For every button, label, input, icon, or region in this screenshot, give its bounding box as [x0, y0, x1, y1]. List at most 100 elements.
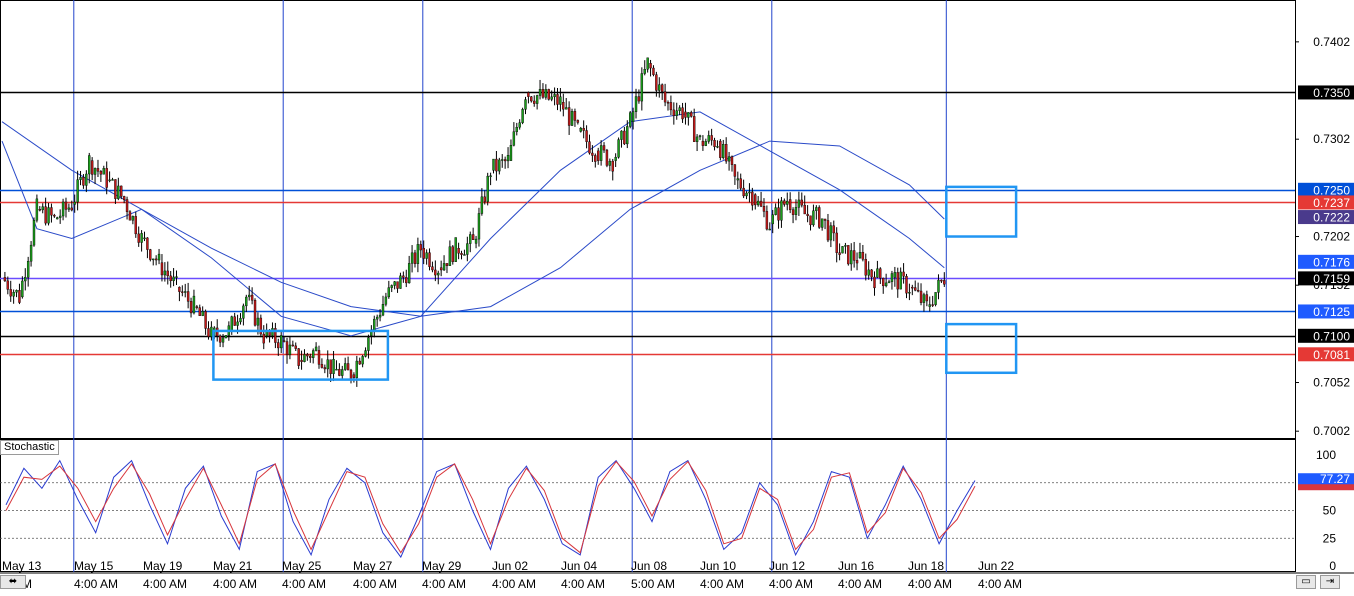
- candle-body: [442, 263, 446, 271]
- candle-body: [378, 314, 382, 318]
- date-axis-label: May 29: [422, 559, 462, 573]
- candle-body: [64, 201, 68, 210]
- candle-body: [864, 259, 867, 276]
- candle-body: [367, 337, 370, 351]
- candle-body: [56, 217, 59, 220]
- candle-body: [832, 225, 835, 234]
- candle-body: [806, 213, 809, 217]
- candle-body: [838, 252, 841, 255]
- candle-body: [640, 73, 644, 102]
- time-axis-label: 4:00 AM: [838, 577, 882, 591]
- candle-body: [847, 245, 850, 265]
- candle-body: [407, 263, 411, 284]
- candle-body: [352, 374, 356, 378]
- candle: [841, 246, 844, 254]
- candle-body: [823, 218, 827, 221]
- candle-body: [867, 269, 870, 276]
- candle-body: [224, 335, 228, 339]
- candle-body: [940, 279, 943, 282]
- scroll-right-button[interactable]: ⇥: [1320, 575, 1340, 589]
- candle-body: [786, 200, 789, 205]
- candle-body: [818, 207, 821, 228]
- candle-body: [524, 99, 527, 110]
- candle-body: [803, 204, 806, 215]
- candle-body: [675, 110, 678, 116]
- candle-body: [399, 275, 402, 289]
- candle-body: [280, 335, 283, 349]
- candle-body: [195, 306, 199, 308]
- price-level-badge-text: 0.7100: [1313, 329, 1350, 343]
- candle-body: [579, 128, 582, 132]
- date-axis-label: Jun 12: [769, 559, 805, 573]
- candle-body: [663, 91, 667, 103]
- candle-body: [562, 101, 565, 110]
- candle-body: [233, 316, 236, 326]
- candle-body: [419, 244, 422, 251]
- candle-body: [585, 130, 588, 142]
- candle-body: [501, 159, 504, 161]
- candle-body: [809, 215, 812, 226]
- candle-body: [631, 111, 635, 122]
- candle-body: [518, 122, 521, 128]
- candle-body: [873, 276, 876, 289]
- candle-body: [565, 107, 568, 110]
- candle-body: [154, 258, 158, 261]
- candle-body: [90, 160, 94, 175]
- candle-body: [919, 290, 923, 303]
- date-axis-label: May 15: [74, 559, 114, 573]
- date-axis-label: Jun 22: [978, 559, 1014, 573]
- candle-body: [323, 367, 327, 370]
- date-axis-label: Jun 08: [631, 559, 667, 573]
- candle: [719, 139, 722, 161]
- candle-body: [32, 219, 36, 246]
- candle-body: [887, 281, 891, 284]
- candle-body: [669, 102, 673, 111]
- candle: [570, 108, 574, 127]
- candle-body: [125, 199, 129, 212]
- price-tick-label: 0.7402: [1313, 35, 1350, 49]
- candle-body: [146, 237, 149, 250]
- candle-body: [186, 291, 190, 302]
- candle-body: [134, 216, 137, 235]
- chart-shift-button[interactable]: ▭: [1296, 575, 1316, 589]
- price-tick-label: 0.7302: [1313, 132, 1350, 146]
- candle-body: [6, 280, 10, 290]
- candle-body: [393, 281, 396, 286]
- candle-body: [157, 253, 161, 261]
- candle-body: [916, 289, 920, 292]
- candle: [32, 217, 36, 247]
- price-level-badge: 0.7125: [1298, 304, 1354, 319]
- time-axis-label: 4:00 AM: [978, 577, 1022, 591]
- time-axis-label: 4:00 AM: [700, 577, 744, 591]
- price-level-badge: 0.7081: [1298, 347, 1354, 362]
- candle-body: [835, 232, 838, 253]
- candle-body: [250, 294, 254, 301]
- candle-body: [794, 207, 798, 215]
- candle-body: [893, 272, 897, 278]
- price-level-badge: 0.7350: [1298, 85, 1354, 100]
- candle-body: [329, 359, 332, 374]
- candle-body: [477, 213, 481, 240]
- time-axis-label: 4:00 AM: [353, 577, 397, 591]
- candle-body: [666, 101, 670, 104]
- candle-body: [899, 271, 902, 290]
- candle-body: [655, 74, 658, 91]
- candle-body: [256, 317, 260, 326]
- scroll-left-button[interactable]: ⬌: [0, 575, 26, 589]
- price-level-badge-text: 0.7222: [1313, 211, 1350, 225]
- candle-body: [355, 360, 359, 378]
- candle-body: [611, 160, 614, 172]
- chart-svg[interactable]: 0.74020.73020.72020.71520.70520.70020.73…: [0, 0, 1354, 591]
- stochastic-value-text: 77.27: [1320, 472, 1350, 486]
- candle-body: [559, 96, 562, 105]
- price-level-badge-text: 0.7176: [1313, 255, 1350, 269]
- indicator-name-label: Stochastic: [0, 440, 59, 455]
- date-axis-label: Jun 16: [838, 559, 874, 573]
- candle-body: [724, 144, 728, 162]
- candle-body: [684, 111, 687, 118]
- candle-body: [748, 191, 751, 194]
- candle-body: [460, 253, 463, 255]
- candle-body: [140, 233, 143, 243]
- candle-body: [736, 178, 740, 181]
- candle-body: [343, 363, 347, 370]
